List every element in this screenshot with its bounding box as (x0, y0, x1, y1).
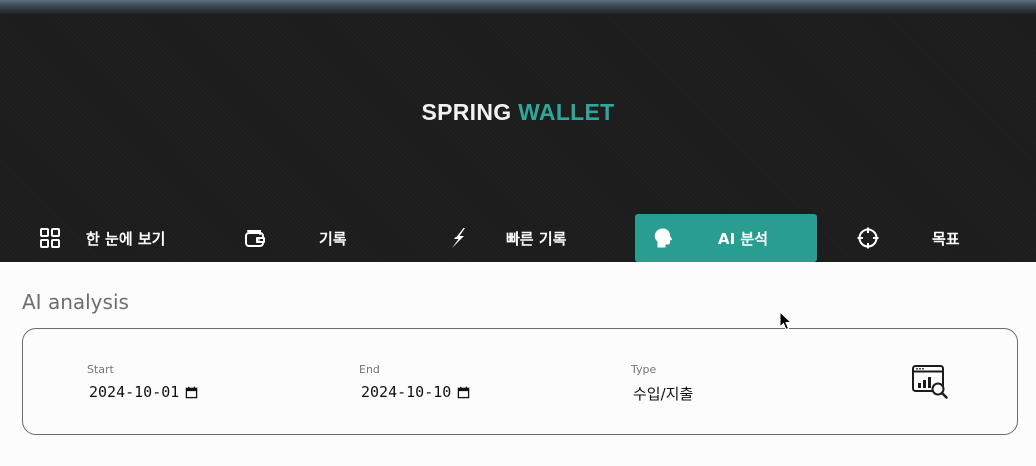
ai-head-icon (654, 228, 673, 248)
calendar-icon[interactable] (185, 386, 198, 399)
end-date-label: End (359, 363, 380, 376)
end-date-input[interactable]: 2024-10-10 (361, 383, 470, 401)
start-date-label: Start (87, 363, 114, 376)
type-label: Type (631, 363, 657, 376)
calendar-icon[interactable] (457, 386, 470, 399)
nav-item-overview-label: 한 눈에 보기 (86, 230, 166, 248)
analysis-filter-card: Start 2024-10-01 End 2024-10-10 Type 수입/… (22, 328, 1018, 435)
window-top-strip (0, 0, 1036, 14)
nav-item-quick-record[interactable]: 빠른 기록 (430, 214, 610, 262)
start-date-input[interactable]: 2024-10-01 (89, 383, 198, 401)
end-date-value: 2024-10-10 (361, 383, 452, 401)
nav-item-overview[interactable]: 한 눈에 보기 (22, 214, 202, 262)
target-icon (857, 227, 879, 249)
mouse-cursor-icon (779, 311, 793, 331)
nav-item-goals-label: 목표 (932, 230, 960, 248)
nav-item-records-label: 기록 (319, 230, 347, 248)
wallet-icon (245, 230, 265, 247)
brand-logo[interactable]: SPRING WALLET (0, 99, 1036, 126)
brand-word-spring: SPRING (421, 99, 512, 125)
lightning-icon (452, 227, 465, 248)
type-select[interactable]: 수입/지출 (633, 383, 693, 404)
nav-item-records[interactable]: 기록 (225, 214, 405, 262)
app-header: SPRING WALLET 한 눈에 보기 기록 빠른 기록 AI 분석 목표 (0, 14, 1036, 262)
brand-word-wallet: WALLET (518, 99, 615, 125)
chart-search-icon[interactable] (911, 363, 949, 401)
grid-icon (40, 228, 60, 248)
nav-item-quick-record-label: 빠른 기록 (506, 230, 567, 248)
type-value: 수입/지출 (633, 385, 694, 403)
nav-item-goals[interactable]: 목표 (840, 214, 1020, 262)
nav-item-ai-analysis-label: AI 분석 (718, 230, 769, 248)
nav-item-ai-analysis[interactable]: AI 분석 (635, 214, 817, 262)
page-title: AI analysis (22, 290, 129, 314)
start-date-value: 2024-10-01 (89, 383, 180, 401)
